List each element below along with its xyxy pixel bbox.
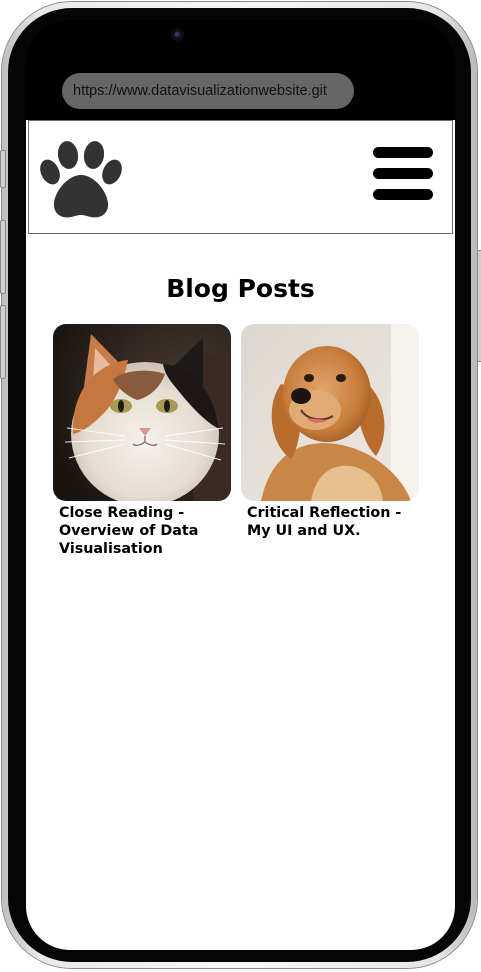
front-camera xyxy=(171,28,184,41)
blog-post-title[interactable]: Critical Reflection - My UI and UX. xyxy=(247,504,425,540)
site-header xyxy=(28,120,453,234)
phone-screen: https://www.datavisualizationwebsite.git… xyxy=(26,20,455,950)
url-text[interactable]: https://www.datavisualizationwebsite.git xyxy=(73,83,327,99)
paw-print-icon[interactable] xyxy=(38,139,124,219)
title-line: My UI and UX. xyxy=(247,523,361,539)
page-title: Blog Posts xyxy=(166,274,315,303)
hamburger-menu-icon[interactable] xyxy=(373,147,433,201)
title-line: Critical Reflection - xyxy=(247,505,402,521)
volume-up-button xyxy=(0,220,6,294)
menu-bar-middle xyxy=(373,168,433,179)
address-bar[interactable]: https://www.datavisualizationwebsite.git xyxy=(62,73,354,109)
power-button xyxy=(477,250,481,362)
title-line: Overview of Data xyxy=(59,523,199,539)
web-page: Blog Posts Close Reading - Overview of D… xyxy=(26,120,455,950)
title-line: Visualisation xyxy=(59,541,163,557)
menu-bar-bottom xyxy=(373,189,433,200)
menu-bar-top xyxy=(373,147,433,158)
title-line: Close Reading - xyxy=(59,505,185,521)
blog-post-title[interactable]: Close Reading - Overview of Data Visuali… xyxy=(59,504,237,558)
volume-down-button xyxy=(0,305,6,379)
golden-retriever-photo[interactable] xyxy=(241,324,419,501)
mute-switch xyxy=(0,150,6,188)
calico-cat-photo[interactable] xyxy=(53,324,231,501)
